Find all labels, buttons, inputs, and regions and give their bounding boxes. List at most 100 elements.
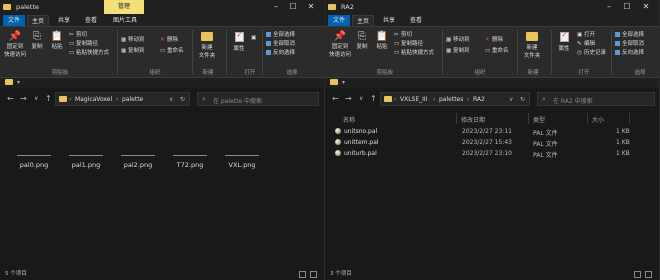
paste-button[interactable]: 📋 粘贴 (48, 31, 66, 50)
edit-button[interactable]: ✎ 编辑 (577, 39, 595, 47)
tab-view[interactable]: 查看 (80, 15, 102, 26)
search-input[interactable]: ⌕ 在 RA2 中搜索 (537, 92, 655, 106)
maximize-button[interactable]: ☐ (286, 1, 300, 13)
tab-share[interactable]: 共享 (53, 15, 75, 26)
select-none-button[interactable]: 全部取消 (615, 39, 644, 47)
title-bar[interactable]: RA2 – ☐ ✕ (325, 0, 659, 14)
chevron-down-icon[interactable]: ▾ (17, 79, 20, 86)
pin-icon: 📌 (8, 31, 22, 42)
table-row[interactable]: uniturb.pal 2023/2/27 23:10 PAL 文件 1 KB (325, 148, 659, 159)
paste-shortcut-button[interactable]: ▭ 粘贴快捷方式 (394, 48, 434, 56)
select-all-button[interactable]: 全部选择 (266, 30, 295, 38)
select-none-button[interactable]: 全部取消 (266, 39, 295, 47)
file-item[interactable]: VXL.png (219, 155, 265, 169)
tab-file[interactable]: 文件 (3, 15, 25, 26)
file-item[interactable]: pal0.png (11, 155, 57, 169)
dropdown-chevron-icon[interactable]: ∨ (509, 96, 513, 103)
cut-button[interactable]: ✂ 剪切 (69, 30, 87, 38)
breadcrumb-item[interactable]: palettes (439, 96, 463, 103)
copy-to-button[interactable]: ▦ 复制到 (446, 46, 470, 54)
chevron-down-icon[interactable]: ▾ (342, 79, 345, 86)
move-to-button[interactable]: ▦ 移动到 (446, 35, 470, 43)
column-divider[interactable] (629, 113, 630, 124)
invert-select-button[interactable]: 反向选择 (615, 48, 644, 56)
open-button[interactable]: ▣ 打开 (577, 30, 595, 38)
address-bar[interactable]: › MagicaVoxel › palette ∨ ↻ (55, 92, 190, 106)
copy-button[interactable]: ⎘ 复制 (354, 31, 370, 50)
close-button[interactable]: ✕ (304, 1, 318, 13)
forward-arrow-icon[interactable]: → (20, 94, 27, 103)
tab-view[interactable]: 查看 (405, 15, 427, 26)
column-header-name[interactable]: 名称 (343, 115, 355, 124)
copy-path-button[interactable]: ▭ 复制路径 (69, 39, 98, 47)
tab-share[interactable]: 共享 (378, 15, 400, 26)
open-icon: ▣ (251, 35, 257, 41)
column-header-date[interactable]: 修改日期 (461, 115, 485, 124)
file-size: 1 KB (616, 128, 630, 135)
address-bar[interactable]: › VXLSE_III › palettes › RA2 ∨ ↻ (380, 92, 530, 106)
column-header-size[interactable]: 大小 (592, 115, 604, 124)
delete-button[interactable]: ✕ 删除 (160, 35, 178, 43)
details-view-icon[interactable] (634, 271, 641, 278)
open-dropdown-button[interactable]: ▣ (251, 35, 258, 41)
invert-select-button[interactable]: 反向选择 (266, 48, 295, 56)
dropdown-chevron-icon[interactable]: ∨ (169, 96, 173, 103)
select-all-button[interactable]: 全部选择 (615, 30, 644, 38)
manage-tab[interactable]: 管理 (104, 0, 144, 14)
title-bar[interactable]: palette 管理 – ☐ ✕ (0, 0, 324, 14)
column-divider[interactable] (528, 113, 529, 124)
file-item[interactable]: T72.png (167, 155, 213, 169)
column-header-type[interactable]: 类型 (533, 115, 545, 124)
forward-arrow-icon[interactable]: → (345, 94, 352, 103)
move-to-button[interactable]: ▦ 移动到 (121, 35, 145, 43)
minimize-button[interactable]: – (602, 1, 616, 13)
maximize-button[interactable]: ☐ (620, 1, 634, 13)
table-row[interactable]: unittem.pal 2023/2/27 15:43 PAL 文件 1 KB (325, 137, 659, 148)
back-arrow-icon[interactable]: ← (7, 94, 14, 103)
tab-picture-tools[interactable]: 图片工具 (106, 15, 144, 26)
paste-button[interactable]: 📋 粘贴 (373, 31, 391, 50)
pin-quick-access-button[interactable]: 📌 固定到 快速访问 (3, 31, 27, 58)
refresh-icon[interactable]: ↻ (520, 96, 525, 103)
details-view-icon[interactable] (299, 271, 306, 278)
column-divider[interactable] (587, 113, 588, 124)
delete-button[interactable]: ✕ 删除 (485, 35, 503, 43)
breadcrumb-item[interactable]: palette (122, 96, 143, 103)
cut-button[interactable]: ✂ 剪切 (394, 30, 412, 38)
column-divider[interactable] (456, 113, 457, 124)
refresh-icon[interactable]: ↻ (180, 96, 185, 103)
palette-file-icon (335, 128, 341, 134)
tab-home[interactable]: 主页 (352, 15, 374, 26)
up-arrow-icon[interactable]: ↑ (45, 94, 52, 103)
tab-file[interactable]: 文件 (328, 15, 350, 26)
copy-button[interactable]: ⎘ 复制 (29, 31, 45, 50)
breadcrumb-item[interactable]: RA2 (473, 96, 485, 103)
minimize-button[interactable]: – (269, 1, 283, 13)
breadcrumb-item[interactable]: VXLSE_III (400, 96, 427, 103)
properties-button[interactable]: ✓ 属性 (555, 31, 573, 52)
recent-chevron-icon[interactable]: ∨ (359, 95, 363, 102)
copy-to-button[interactable]: ▦ 复制到 (121, 46, 145, 54)
pin-quick-access-button[interactable]: 📌 固定到 快速访问 (328, 31, 352, 58)
history-button[interactable]: ◷ 历史记录 (577, 48, 606, 56)
copy-path-button[interactable]: ▭ 复制路径 (394, 39, 423, 47)
file-item[interactable]: pal2.png (115, 155, 161, 169)
file-item[interactable]: pal1.png (63, 155, 109, 169)
tab-home[interactable]: 主页 (27, 15, 49, 26)
close-button[interactable]: ✕ (639, 1, 653, 13)
recent-chevron-icon[interactable]: ∨ (34, 95, 38, 102)
large-icons-view-icon[interactable] (645, 271, 652, 278)
up-arrow-icon[interactable]: ↑ (370, 94, 377, 103)
new-folder-icon (201, 32, 213, 41)
search-input[interactable]: ⌕ 在 palette 中搜索 (197, 92, 319, 106)
large-icons-view-icon[interactable] (310, 271, 317, 278)
table-row[interactable]: unitsno.pal 2023/2/27 23:11 PAL 文件 1 KB (325, 126, 659, 137)
back-arrow-icon[interactable]: ← (332, 94, 339, 103)
rename-button[interactable]: ▭ 重命名 (160, 46, 184, 54)
rename-button[interactable]: ▭ 重命名 (485, 46, 509, 54)
paste-shortcut-button[interactable]: ▭ 粘贴快捷方式 (69, 48, 109, 56)
new-folder-button[interactable]: 新建 文件夹 (196, 31, 218, 59)
properties-button[interactable]: ✓ 属性 (230, 31, 248, 52)
breadcrumb-item[interactable]: MagicaVoxel (75, 96, 112, 103)
new-folder-button[interactable]: 新建 文件夹 (521, 31, 543, 59)
